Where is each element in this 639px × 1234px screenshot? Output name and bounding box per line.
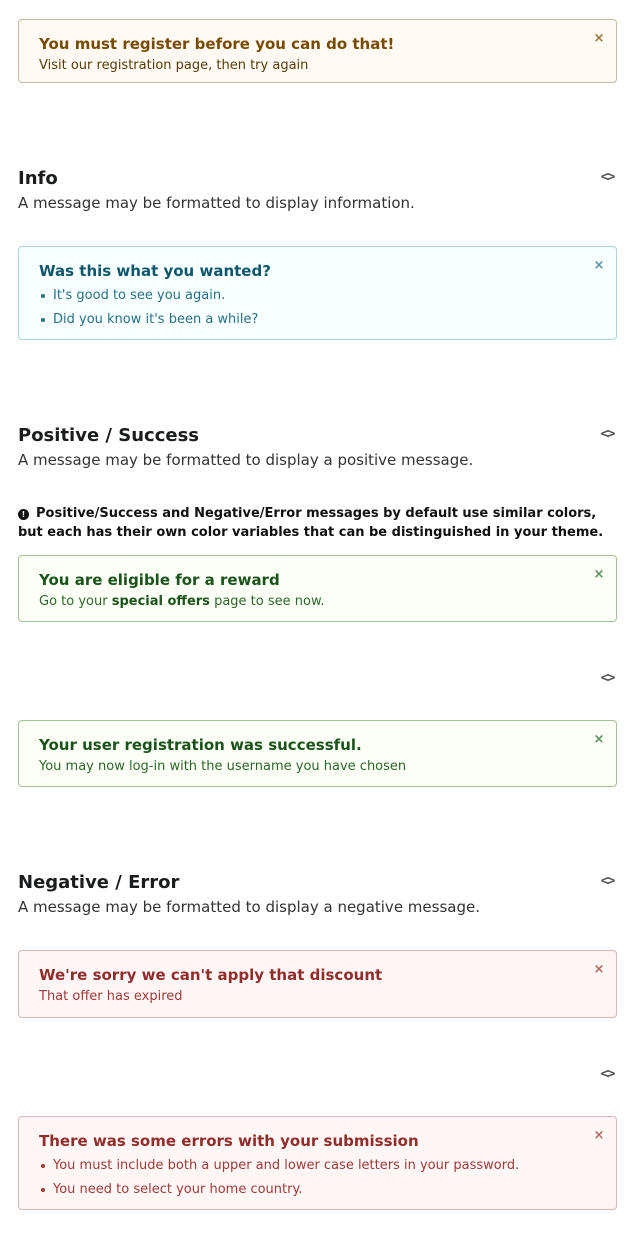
positive-message: × You are eligible for a reward Go to yo…	[18, 555, 617, 622]
error-message: × There was some errors with your submis…	[18, 1116, 617, 1210]
section-title-info: Info	[18, 168, 58, 189]
success-message: × Your user registration was successful.…	[18, 720, 617, 787]
positive-header: You are eligible for a reward	[39, 571, 280, 589]
list-item: Did you know it's been a while?	[39, 311, 596, 328]
body-text: Go to your	[39, 594, 112, 609]
close-icon[interactable]: ×	[592, 32, 606, 46]
list-item: You must include both a upper and lower …	[39, 1157, 596, 1174]
section-title-negative: Negative / Error	[18, 872, 180, 893]
list-item: You need to select your home country.	[39, 1181, 596, 1198]
success-body: You may now log-in with the username you…	[39, 759, 407, 774]
section-title-positive: Positive / Success	[18, 425, 200, 446]
code-toggle-icon[interactable]: <>	[597, 1067, 617, 1081]
info-message: × Was this what you wanted? It's good to…	[18, 246, 617, 340]
close-icon[interactable]: ×	[592, 259, 606, 273]
code-toggle-icon[interactable]: <>	[597, 427, 617, 441]
code-toggle-icon[interactable]: <>	[597, 671, 617, 685]
section-description-info: A message may be formatted to display in…	[18, 194, 415, 212]
success-header: Your user registration was successful.	[39, 736, 362, 754]
negative-header: We're sorry we can't apply that discount	[39, 966, 383, 984]
section-description-positive: A message may be formatted to display a …	[18, 451, 474, 469]
color-note: ! Positive/Success and Negative/Error mes…	[18, 504, 608, 542]
positive-body: Go to your special offers page to see no…	[39, 593, 596, 610]
info-list: It's good to see you again. Did you know…	[39, 287, 596, 328]
special-offers-text: special offers	[111, 594, 210, 609]
negative-body: That offer has expired	[39, 989, 183, 1004]
note-text: Positive/Success and Negative/Error mess…	[18, 506, 604, 540]
list-item: It's good to see you again.	[39, 287, 596, 304]
warning-header: You must register before you can do that…	[39, 35, 395, 53]
close-icon[interactable]: ×	[592, 1129, 606, 1143]
error-list: You must include both a upper and lower …	[39, 1157, 596, 1198]
warning-body: Visit our registration page, then try ag…	[39, 58, 309, 73]
close-icon[interactable]: ×	[592, 733, 606, 747]
info-header: Was this what you wanted?	[39, 262, 271, 280]
exclamation-circle-icon: !	[18, 509, 29, 520]
error-header: There was some errors with your submissi…	[39, 1132, 419, 1150]
body-text: page to see now.	[209, 594, 325, 609]
section-description-negative: A message may be formatted to display a …	[18, 898, 480, 916]
warning-message: × You must register before you can do th…	[18, 19, 617, 83]
negative-message: × We're sorry we can't apply that discou…	[18, 950, 617, 1018]
close-icon[interactable]: ×	[592, 963, 606, 977]
code-toggle-icon[interactable]: <>	[597, 874, 617, 888]
code-toggle-icon[interactable]: <>	[597, 170, 617, 184]
close-icon[interactable]: ×	[592, 568, 606, 582]
